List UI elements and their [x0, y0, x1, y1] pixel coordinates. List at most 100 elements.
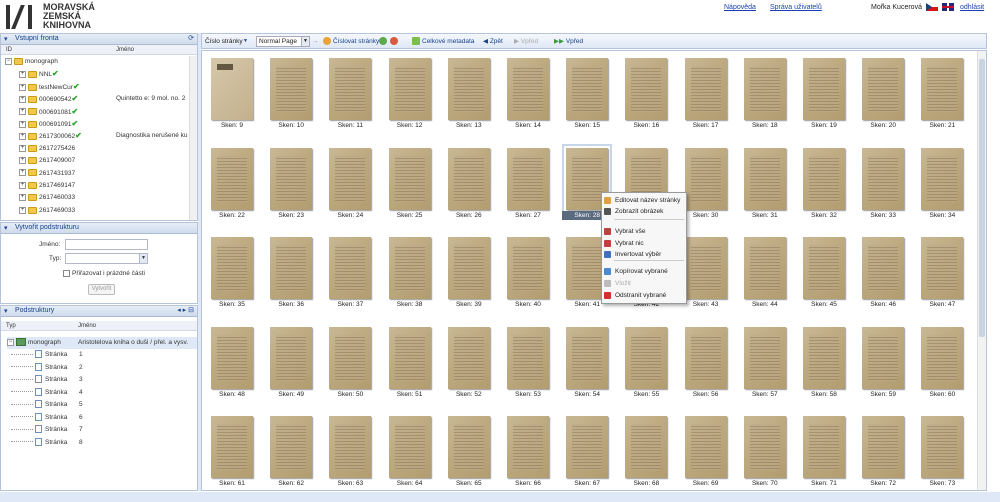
create-button[interactable]: Vytvořit	[88, 284, 115, 295]
scan-image[interactable]	[862, 237, 905, 299]
scan-image[interactable]	[921, 237, 964, 299]
scan-image[interactable]	[684, 237, 727, 299]
scan-image[interactable]	[211, 147, 253, 210]
context-menu-item[interactable]: Kopírovat vybrané	[602, 266, 686, 277]
collapse-icon[interactable]: ▾	[4, 307, 8, 317]
numbering-button[interactable]: Číslovat stránky	[323, 34, 379, 49]
scan-image[interactable]	[329, 237, 372, 299]
tree-node[interactable]: +2617431937	[19, 168, 75, 180]
context-menu-item[interactable]: Zobrazit obrázek	[602, 206, 686, 217]
expand-node-icon[interactable]: +	[19, 133, 26, 141]
scan-thumbnail[interactable]: Sken: 20	[858, 58, 908, 130]
scan-thumbnail[interactable]: Sken: 57	[740, 326, 790, 399]
scan-thumbnail[interactable]: Sken: 64	[385, 416, 435, 488]
scan-thumbnail[interactable]: Sken: 59	[858, 326, 908, 399]
scan-image[interactable]	[507, 58, 549, 120]
scan-image[interactable]	[803, 147, 845, 210]
scan-image[interactable]	[743, 326, 786, 389]
scan-image[interactable]	[921, 58, 964, 120]
library-logo[interactable]: MORAVSKÁ ZEMSKÁ KNIHOVNA	[4, 1, 95, 31]
scan-thumbnail[interactable]: Sken: 11	[325, 58, 375, 130]
scan-thumbnail[interactable]: Sken: 9	[207, 58, 257, 130]
expand-node-icon[interactable]: −	[5, 57, 12, 65]
tree-node[interactable]: + NNL✔	[19, 68, 59, 80]
next-button[interactable]: ▶▶ Vpřed	[554, 34, 583, 49]
scan-image[interactable]	[329, 416, 372, 478]
struct-root-row[interactable]: − monograph Aristotelova kniha o duši / p…	[7, 337, 197, 349]
tree-node[interactable]: +000691091✔	[19, 118, 78, 130]
scan-thumbnail[interactable]: Sken: 39	[444, 237, 494, 309]
tree-node[interactable]: +000691081✔	[19, 106, 78, 118]
scan-image[interactable]	[507, 147, 549, 210]
scan-image[interactable]	[388, 58, 431, 120]
scan-image[interactable]	[743, 237, 786, 299]
type-select[interactable]: ▼	[65, 253, 148, 264]
scan-thumbnail[interactable]: Sken: 17	[681, 58, 731, 130]
scan-thumbnail[interactable]: Sken: 49	[266, 326, 316, 399]
scan-thumbnail[interactable]: Sken: 14	[503, 58, 553, 130]
scan-thumbnail[interactable]: Sken: 12	[385, 58, 435, 130]
czech-flag-icon[interactable]	[926, 3, 938, 11]
scan-thumbnail[interactable]: Sken: 22	[207, 147, 257, 220]
scan-thumbnail[interactable]: Sken: 34	[917, 147, 967, 220]
scan-thumbnail[interactable]: Sken: 63	[325, 416, 375, 488]
expand-node-icon[interactable]: +	[19, 71, 26, 79]
scan-image[interactable]	[566, 58, 609, 120]
collapse-icon[interactable]: ▾	[4, 35, 8, 45]
scan-thumbnail[interactable]: Sken: 18	[740, 58, 790, 130]
expand-node-icon[interactable]: +	[19, 83, 26, 91]
logout-link[interactable]: odhlásit	[960, 4, 984, 11]
expand-node-icon[interactable]: +	[19, 120, 26, 128]
scan-image[interactable]	[862, 326, 905, 389]
scan-image[interactable]	[862, 58, 905, 120]
tree-node[interactable]: +000690542✔	[19, 93, 78, 105]
scan-thumbnail[interactable]: Sken: 61	[207, 416, 257, 488]
scan-thumbnail[interactable]: Sken: 67	[562, 416, 612, 488]
scan-image[interactable]	[625, 416, 668, 478]
scan-thumbnail[interactable]: Sken: 36	[266, 237, 316, 309]
tree-node[interactable]: + testNewCur✔	[19, 81, 80, 93]
name-input[interactable]	[65, 239, 148, 250]
scan-thumbnail[interactable]: Sken: 52	[444, 326, 494, 399]
scan-thumbnail[interactable]: Sken: 32	[799, 147, 849, 220]
scan-image[interactable]	[447, 326, 490, 389]
scan-image[interactable]	[684, 416, 727, 478]
context-menu-item[interactable]: Editovat název stránky	[602, 195, 686, 206]
scan-thumbnail[interactable]: Sken: 62	[266, 416, 316, 488]
expand-node-icon[interactable]: +	[19, 95, 26, 103]
collapse-node-icon[interactable]: −	[7, 338, 14, 346]
expand-node-icon[interactable]: +	[19, 156, 26, 164]
chevron-down-icon[interactable]: ▼	[243, 34, 248, 49]
scan-thumbnail[interactable]: Sken: 30	[681, 147, 731, 220]
scan-thumbnail[interactable]: Sken: 46	[858, 237, 908, 309]
substructure-row[interactable]: Stránka 7	[7, 424, 197, 436]
scan-thumbnail[interactable]: Sken: 35	[207, 237, 257, 309]
tree-node[interactable]: +2617460033	[19, 192, 75, 204]
scan-image[interactable]	[566, 326, 609, 389]
scan-thumbnail[interactable]: Sken: 26	[444, 147, 494, 220]
scan-thumbnail[interactable]: Sken: 51	[385, 326, 435, 399]
scan-thumbnail[interactable]: Sken: 15	[562, 58, 612, 130]
back-button[interactable]: ◀ Zpět	[483, 34, 503, 49]
context-menu-item[interactable]: Vybrat vše	[602, 226, 686, 237]
scan-image[interactable]	[862, 416, 905, 478]
scan-image[interactable]	[329, 326, 372, 389]
scan-image[interactable]	[743, 416, 786, 478]
scan-image[interactable]	[270, 58, 313, 120]
context-menu-item[interactable]: Odstranit vybrané	[602, 290, 686, 301]
scan-image[interactable]	[388, 147, 431, 210]
scan-image[interactable]	[743, 147, 786, 210]
scan-thumbnail[interactable]: Sken: 58	[799, 326, 849, 399]
empty-parts-option[interactable]: Přiřazovat i prázdné části	[63, 270, 145, 277]
scan-thumbnail[interactable]: Sken: 68	[621, 416, 671, 488]
scan-thumbnail[interactable]: Sken: 13	[444, 58, 494, 130]
zoom-out-icon[interactable]	[390, 34, 400, 49]
scan-image[interactable]	[507, 326, 549, 389]
tree-node[interactable]: +2617409007	[19, 155, 75, 167]
context-menu-item[interactable]: Invertovat výběr	[602, 249, 686, 260]
scan-image[interactable]	[921, 326, 964, 389]
substructure-row[interactable]: Stránka 5	[7, 399, 197, 411]
substructure-row[interactable]: Stránka 3	[7, 374, 197, 386]
scan-image[interactable]	[388, 416, 431, 478]
scan-image[interactable]	[388, 326, 431, 389]
